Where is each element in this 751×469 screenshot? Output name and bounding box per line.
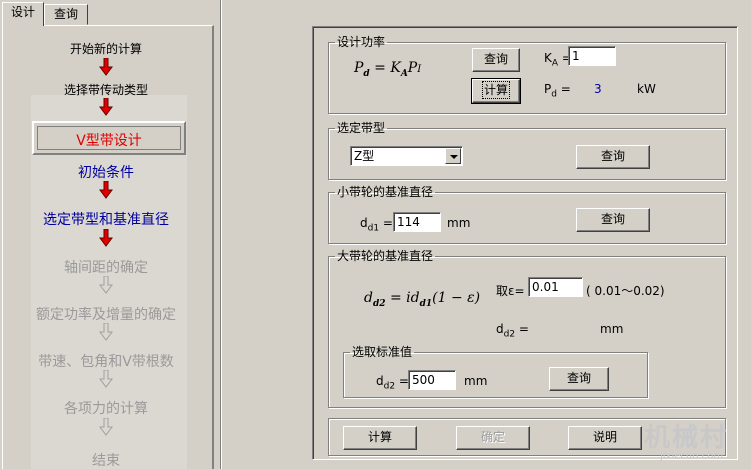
- power-formula: Pd = KAPI: [354, 60, 422, 79]
- power-calc-button[interactable]: 计算: [471, 78, 521, 104]
- step-belt-type-diameter[interactable]: 选定带型和基准直径: [0, 209, 212, 229]
- step-speed-angle-count: 带速、包角和V带根数: [38, 354, 174, 370]
- step-initial-conditions[interactable]: 初始条件: [0, 162, 212, 182]
- std-dd2-unit: mm: [464, 374, 488, 388]
- ka-input[interactable]: 1: [568, 46, 616, 66]
- current-step-label: V型带设计: [76, 133, 142, 149]
- arrow-down-icon: [99, 181, 113, 199]
- std-dd2-label: dd2 =: [376, 374, 409, 392]
- step-tab-control: 设计 查询 开始新的计算 选择带传动类型 V型带设计 初始条件 选定带型和基准直…: [0, 0, 218, 469]
- arrow-down-icon: [99, 229, 113, 247]
- help-button[interactable]: 说明: [568, 426, 642, 450]
- standard-value-title: 选取标准值: [352, 345, 413, 359]
- small-pulley-title: 小带轮的基准直径: [337, 185, 434, 199]
- step-current-vbelt[interactable]: V型带设计: [32, 121, 186, 155]
- watermark-logo: 机械村: [644, 423, 729, 453]
- arrow-down-outline-icon: [99, 370, 113, 388]
- dd1-input[interactable]: 114: [393, 212, 441, 232]
- tab-query[interactable]: 查询: [44, 4, 88, 25]
- step-forces: 各项力的计算: [64, 401, 148, 417]
- design-power-title: 设计功率: [337, 35, 386, 49]
- power-query-button[interactable]: 查询: [472, 48, 520, 72]
- arrow-down-outline-icon: [99, 276, 113, 294]
- large-pulley-query-button[interactable]: 查询: [549, 367, 609, 391]
- step-select-type[interactable]: 选择带传动类型: [0, 81, 212, 98]
- arrow-down-icon: [99, 98, 113, 116]
- pd-value: 3: [594, 82, 602, 96]
- large-pulley-formula: dd2 = idd1(1 − ε): [364, 290, 481, 309]
- confirm-button[interactable]: 确定: [456, 426, 530, 450]
- arrow-down-icon: [99, 58, 113, 76]
- epsilon-range: ( 0.01～0.02): [586, 284, 665, 298]
- step-end: 结束: [92, 453, 120, 469]
- dd1-label: dd1 =: [360, 216, 393, 234]
- panel-divider: [220, 0, 222, 469]
- step-center-distance: 轴间距的确定: [64, 260, 148, 276]
- arrow-down-outline-icon: [99, 418, 113, 436]
- small-pulley-group: 小带轮的基准直径: [328, 186, 726, 244]
- epsilon-label: 取ε=: [496, 284, 525, 298]
- large-pulley-title: 大带轮的基准直径: [337, 249, 434, 263]
- pd-unit: kW: [637, 82, 656, 96]
- step-rated-power: 额定功率及增量的确定: [36, 307, 176, 323]
- watermark-url: jixiecun.com: [660, 451, 724, 462]
- arrow-down-outline-icon: [99, 323, 113, 341]
- calculate-button[interactable]: 计算: [343, 426, 417, 450]
- step-start-new[interactable]: 开始新的计算: [0, 40, 212, 57]
- belt-type-query-button[interactable]: 查询: [576, 145, 650, 169]
- belt-type-selected: Z型: [354, 149, 375, 163]
- chevron-down-icon[interactable]: [445, 148, 461, 164]
- pd-label: Pd =: [544, 82, 571, 100]
- dd2-unit: mm: [600, 322, 624, 336]
- tab-design[interactable]: 设计: [2, 2, 44, 26]
- belt-type-title: 选定带型: [337, 121, 386, 135]
- small-pulley-query-button[interactable]: 查询: [576, 208, 650, 232]
- std-dd2-input[interactable]: 500: [408, 370, 456, 390]
- dd1-unit: mm: [447, 216, 471, 230]
- dd2-label: dd2 =: [496, 322, 529, 340]
- belt-type-select[interactable]: Z型: [350, 146, 463, 166]
- epsilon-input[interactable]: 0.01: [528, 277, 583, 297]
